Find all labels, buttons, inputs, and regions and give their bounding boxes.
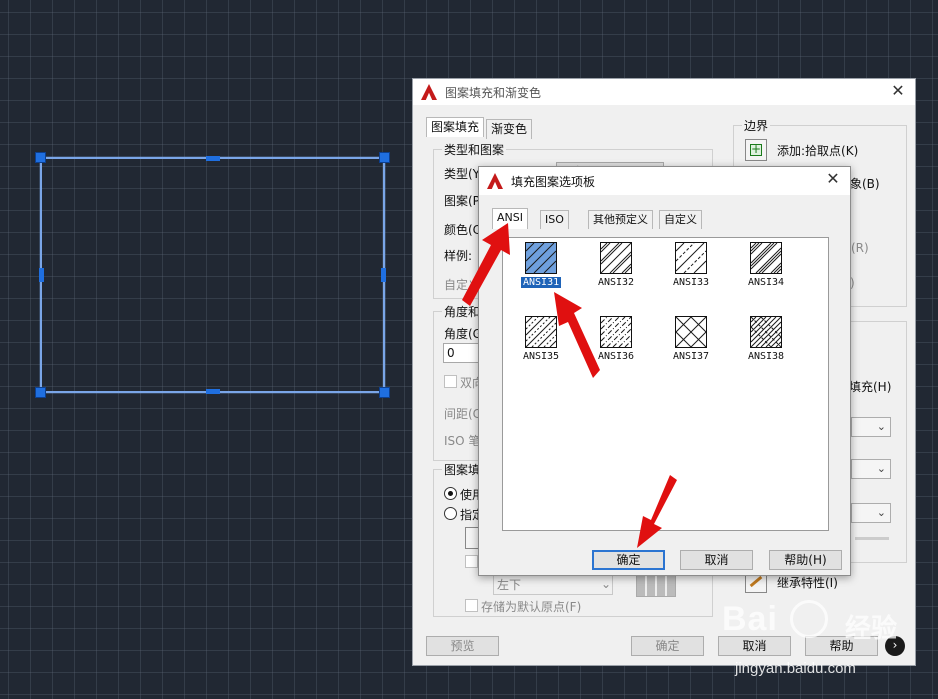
tab-hatch[interactable]: 图案填充: [426, 117, 485, 137]
pattern-swatch-ansi34[interactable]: [750, 242, 782, 274]
dialog-titlebar: 图案填充和渐变色 ✕: [413, 79, 915, 105]
position-select[interactable]: 左下: [493, 575, 613, 595]
pattern-label-ansi37[interactable]: ANSI37: [661, 351, 721, 362]
palette-ok-button[interactable]: 确定: [592, 550, 665, 570]
angle-label: 角度(G: [444, 327, 482, 341]
inherit-properties-label[interactable]: 继承特性(I): [777, 574, 838, 591]
add-select-objects-label[interactable]: 象(B): [850, 175, 880, 192]
store-default-origin-checkbox[interactable]: [465, 599, 478, 612]
pattern-list: ANSI31 ANSI32 ANSI33 ANSI34 ANSI35 ANSI3…: [502, 237, 829, 531]
iso-pen-label: ISO 笔: [444, 434, 481, 448]
store-default-origin-label: 存储为默认原点(F): [481, 600, 582, 614]
cad-rectangle[interactable]: [35, 152, 390, 398]
double-checkbox[interactable]: [444, 375, 457, 388]
hatch-pattern-palette: 填充图案选项板 ✕ ANSI ISO 其他预定义 自定义 ANSI31 ANSI…: [478, 166, 851, 576]
swatch-label: 样例:: [444, 249, 473, 263]
close-icon[interactable]: ✕: [889, 82, 907, 100]
pattern-label-ansi36[interactable]: ANSI36: [586, 351, 646, 362]
draw-order-select[interactable]: ⌄: [851, 417, 891, 437]
autocad-logo-icon: [421, 84, 437, 100]
default-boundary-checkbox[interactable]: [465, 555, 478, 568]
tab-iso[interactable]: ISO: [540, 210, 569, 229]
pattern-swatch-ansi31[interactable]: [525, 242, 557, 274]
tab-ansi[interactable]: ANSI: [492, 208, 528, 229]
dialog-title: 图案填充和渐变色: [445, 85, 542, 100]
group-title: 边界: [742, 117, 771, 134]
remove-boundaries-label[interactable]: (R): [851, 241, 869, 255]
corner-grip[interactable]: [35, 152, 46, 163]
pattern-swatch-ansi35[interactable]: [525, 316, 557, 348]
color-label: 颜色(C: [444, 223, 482, 237]
pattern-label-ansi32[interactable]: ANSI32: [586, 277, 646, 288]
baidu-watermark-url: jingyan.baidu.com: [735, 660, 856, 677]
tab-other-predefined[interactable]: 其他预定义: [588, 210, 653, 229]
palette-cancel-button[interactable]: 取消: [680, 550, 753, 570]
pattern-label: 图案(P: [444, 194, 480, 208]
origin-position-icon: [636, 575, 676, 597]
pattern-label-ansi35[interactable]: ANSI35: [511, 351, 571, 362]
cancel-button[interactable]: 取消: [718, 636, 791, 656]
pattern-swatch-ansi37[interactable]: [675, 316, 707, 348]
group-title: 图案填: [442, 461, 483, 478]
ok-button[interactable]: 确定: [631, 636, 704, 656]
chevron-down-icon: ⌄: [601, 577, 612, 591]
midpoint-grip[interactable]: [39, 268, 44, 282]
pattern-swatch-ansi36[interactable]: [600, 316, 632, 348]
type-label: 类型(Y: [444, 167, 481, 181]
pattern-label-ansi33[interactable]: ANSI33: [661, 277, 721, 288]
spacing-label: 间距(C: [444, 407, 482, 421]
baidu-watermark-logo: Bai: [722, 600, 778, 638]
separate-hatch-label: 填充(H): [849, 380, 892, 394]
midpoint-grip[interactable]: [381, 268, 386, 282]
angle-input[interactable]: 0: [443, 343, 483, 363]
add-pick-points-icon[interactable]: +: [745, 139, 767, 161]
tab-gradient[interactable]: 渐变色: [486, 119, 533, 139]
layer-select[interactable]: ⌄: [851, 459, 891, 479]
corner-grip[interactable]: [379, 152, 390, 163]
close-icon[interactable]: ✕: [824, 170, 842, 188]
palette-help-button[interactable]: 帮助(H): [769, 550, 842, 570]
baidu-watermark-cn: 经验: [845, 614, 898, 644]
corner-grip[interactable]: [35, 387, 46, 398]
autocad-logo-icon: [487, 173, 503, 189]
tab-custom[interactable]: 自定义: [659, 210, 702, 229]
group-title: 角度和: [442, 303, 483, 320]
pattern-swatch-ansi33[interactable]: [675, 242, 707, 274]
preview-button[interactable]: 预览: [426, 636, 499, 656]
pattern-swatch-ansi38[interactable]: [750, 316, 782, 348]
pattern-label-ansi38[interactable]: ANSI38: [736, 351, 796, 362]
group-title: 类型和图案: [442, 141, 507, 158]
pattern-swatch-ansi32[interactable]: [600, 242, 632, 274]
pattern-label-ansi34[interactable]: ANSI34: [736, 277, 796, 288]
palette-title: 填充图案选项板: [511, 174, 596, 189]
transparency-select[interactable]: ⌄: [851, 503, 891, 523]
add-pick-points-label[interactable]: 添加:拾取点(K): [777, 142, 858, 159]
palette-titlebar: 填充图案选项板 ✕: [479, 167, 850, 195]
midpoint-grip[interactable]: [206, 156, 220, 161]
midpoint-grip[interactable]: [206, 389, 220, 394]
custom-pattern-label: 自定义: [444, 278, 481, 292]
transparency-slider[interactable]: [855, 537, 889, 540]
use-current-origin-radio[interactable]: [444, 487, 457, 500]
pattern-label-ansi31[interactable]: ANSI31: [521, 277, 562, 288]
specify-origin-radio[interactable]: [444, 507, 457, 520]
corner-grip[interactable]: [379, 387, 390, 398]
paw-icon: [790, 600, 828, 638]
